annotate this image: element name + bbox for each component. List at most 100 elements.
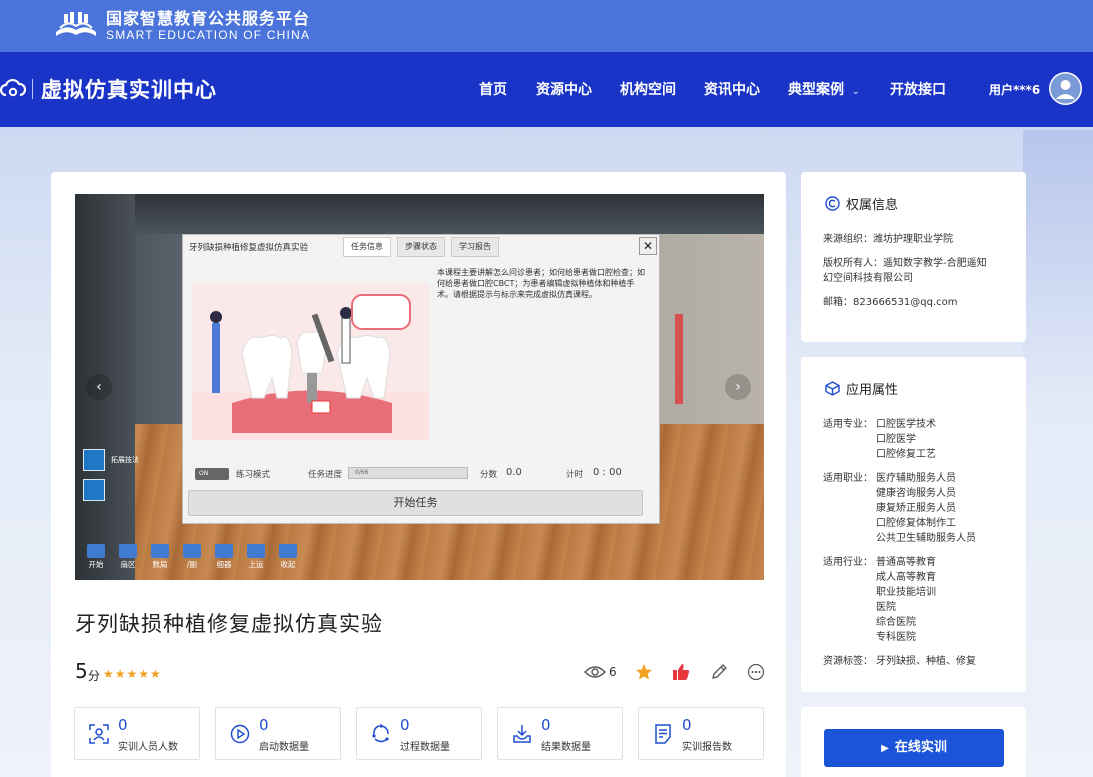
rating-stars: ★★★★★ (103, 667, 162, 681)
pencil-icon (712, 664, 727, 679)
task-description: 本课程主要讲解怎么问诊患者；如何给患者做口腔检查；如何给患者做口腔CBCT；为患… (437, 268, 645, 299)
toolbar-start[interactable]: 开始 (83, 544, 109, 570)
platform-name-en: SMART EDUCATION OF CHINA (106, 28, 311, 42)
start-icon (87, 544, 105, 558)
toolbar-tools[interactable]: 细器 (211, 544, 237, 570)
tooth-implant-illustration (192, 294, 429, 440)
email-value[interactable]: 823666531@qq.com (853, 297, 958, 308)
cube-icon (825, 381, 840, 396)
stat-launches-label: 启动数据量 (259, 742, 309, 753)
view-count: 6 (584, 663, 617, 681)
toolbar-transport-label: 上运 (248, 560, 264, 569)
extend-technique-icon[interactable] (83, 449, 105, 471)
nav-resource-center[interactable]: 资源中心 (536, 79, 592, 99)
nav-institution-space[interactable]: 机构空间 (620, 79, 676, 99)
site-brand[interactable]: 虚拟仿真实训中心 (0, 74, 217, 104)
like-button[interactable] (672, 663, 690, 681)
brand-divider (32, 79, 33, 99)
favorite-button[interactable] (635, 663, 653, 681)
majors-list: 口腔医学技术 口腔医学 口腔修复工艺 (876, 417, 936, 462)
stat-results-label: 结果数据量 (541, 742, 591, 753)
play-circle-icon (230, 724, 250, 744)
close-icon[interactable]: ✕ (639, 237, 657, 255)
copyright-owner-row: 版权所有人：遥知数字教学-合肥遥知 (823, 256, 987, 271)
nav-open-api[interactable]: 开放接口 (890, 79, 946, 99)
job-item: 医疗辅助服务人员 (876, 473, 956, 484)
tab-step-status[interactable]: 步骤状态 (397, 237, 445, 257)
industry-item: 普通高等教育 (876, 557, 936, 568)
more-icon (747, 663, 765, 681)
chevron-down-icon: ⌄ (852, 87, 860, 97)
platform-bar: 国家智慧教育公共服务平台 SMART EDUCATION OF CHINA (0, 0, 1093, 52)
carousel-next-button[interactable]: › (725, 374, 751, 400)
source-org-row: 来源组织：潍坊护理职业学院 (823, 232, 953, 247)
industry-item: 专科医院 (876, 632, 916, 643)
carousel-prev-button[interactable]: ‹ (86, 374, 112, 400)
score-label: 分数 (480, 470, 498, 480)
tab-task-info[interactable]: 任务信息 (343, 237, 391, 257)
cloud-logo-icon (0, 78, 26, 97)
score-number: 5 (75, 659, 88, 683)
stat-trainees-value: 0 (118, 716, 128, 734)
tags-key: 资源标签： (823, 656, 873, 667)
user-name[interactable]: 用户***6 (989, 81, 1040, 98)
online-training-button[interactable]: ▶ 在线实训 (824, 729, 1004, 767)
source-org-value: 潍坊护理职业学院 (873, 234, 953, 245)
stat-launches: 0 启动数据量 (215, 707, 341, 760)
practice-mode-label: 练习模式 (236, 470, 271, 480)
nav-home[interactable]: 首页 (479, 79, 507, 99)
platform-logo[interactable]: 国家智慧教育公共服务平台 SMART EDUCATION OF CHINA (52, 10, 310, 42)
toolbar-sector[interactable]: 扇区 (115, 544, 141, 570)
stat-process-value: 0 (400, 716, 410, 734)
copyright-owner-key: 版权所有人： (823, 258, 883, 269)
stat-reports: 0 实训报告数 (638, 707, 764, 760)
monitor-icon[interactable] (83, 479, 105, 501)
copyright-owner-row-2: 幻空间科技有限公司 (823, 271, 913, 286)
stat-results: 0 结果数据量 (497, 707, 623, 760)
industries-key: 适用行业： (823, 557, 873, 568)
timer-label: 计时 (566, 470, 584, 480)
more-button[interactable] (747, 663, 765, 681)
avatar[interactable] (1049, 72, 1082, 105)
online-training-card: ▶ 在线实训 (801, 707, 1026, 777)
practice-mode-toggle[interactable]: ON (195, 468, 229, 480)
nav-news-center[interactable]: 资讯中心 (704, 79, 760, 99)
simulation-viewer[interactable]: ‹ › 牙列缺损种植修复虚拟仿真实验 任务信息 步骤状态 学习报告 ✕ 本课程主… (75, 194, 764, 580)
tab-learning-report[interactable]: 学习报告 (451, 237, 499, 257)
nav-typical-cases[interactable]: 典型案例 ⌄ (788, 79, 860, 99)
tool-icon (215, 544, 233, 558)
industry-item: 职业技能培训 (876, 587, 936, 598)
timer-value: 0 : 00 (593, 467, 622, 478)
toolbar-deputy[interactable]: /副 (179, 544, 205, 570)
toolbar-transport[interactable]: 上运 (243, 544, 269, 570)
copyright-owner-value-2: 幻空间科技有限公司 (823, 273, 913, 284)
toolbar-collapse[interactable]: 收起 (275, 544, 301, 570)
user-avatar-icon (1050, 73, 1081, 104)
copyright-icon (825, 196, 840, 211)
toolbar-data[interactable]: 数局 (147, 544, 173, 570)
job-item: 口腔修复体制作工 (876, 518, 956, 529)
toolbar-sector-label: 扇区 (120, 560, 136, 569)
side-tool-panel: 拓展技法 (83, 449, 139, 509)
eye-icon (584, 666, 606, 678)
resource-title: 牙列缺损种植修复虚拟仿真实验 (75, 612, 383, 636)
email-row: 邮箱：823666531@qq.com (823, 295, 958, 310)
scene-red-decor (675, 314, 683, 404)
major-item: 口腔医学 (876, 434, 916, 445)
email-key: 邮箱： (823, 297, 853, 308)
platform-name-cn: 国家智慧教育公共服务平台 (106, 9, 311, 28)
stat-reports-label: 实训报告数 (682, 742, 732, 753)
stat-trainees: 0 实训人员人数 (74, 707, 200, 760)
star-icon (636, 664, 652, 680)
stat-launches-value: 0 (259, 716, 269, 734)
thumbs-up-icon (673, 664, 690, 680)
sector-icon (119, 544, 137, 558)
major-item: 口腔修复工艺 (876, 449, 936, 460)
ownership-heading: 权属信息 (825, 194, 898, 213)
collapse-icon (279, 544, 297, 558)
start-task-button[interactable]: 开始任务 (188, 490, 643, 516)
toolbar-start-label: 开始 (88, 560, 104, 569)
stat-results-value: 0 (541, 716, 551, 734)
edit-button[interactable] (710, 663, 728, 681)
stat-process: 0 过程数据量 (356, 707, 482, 760)
